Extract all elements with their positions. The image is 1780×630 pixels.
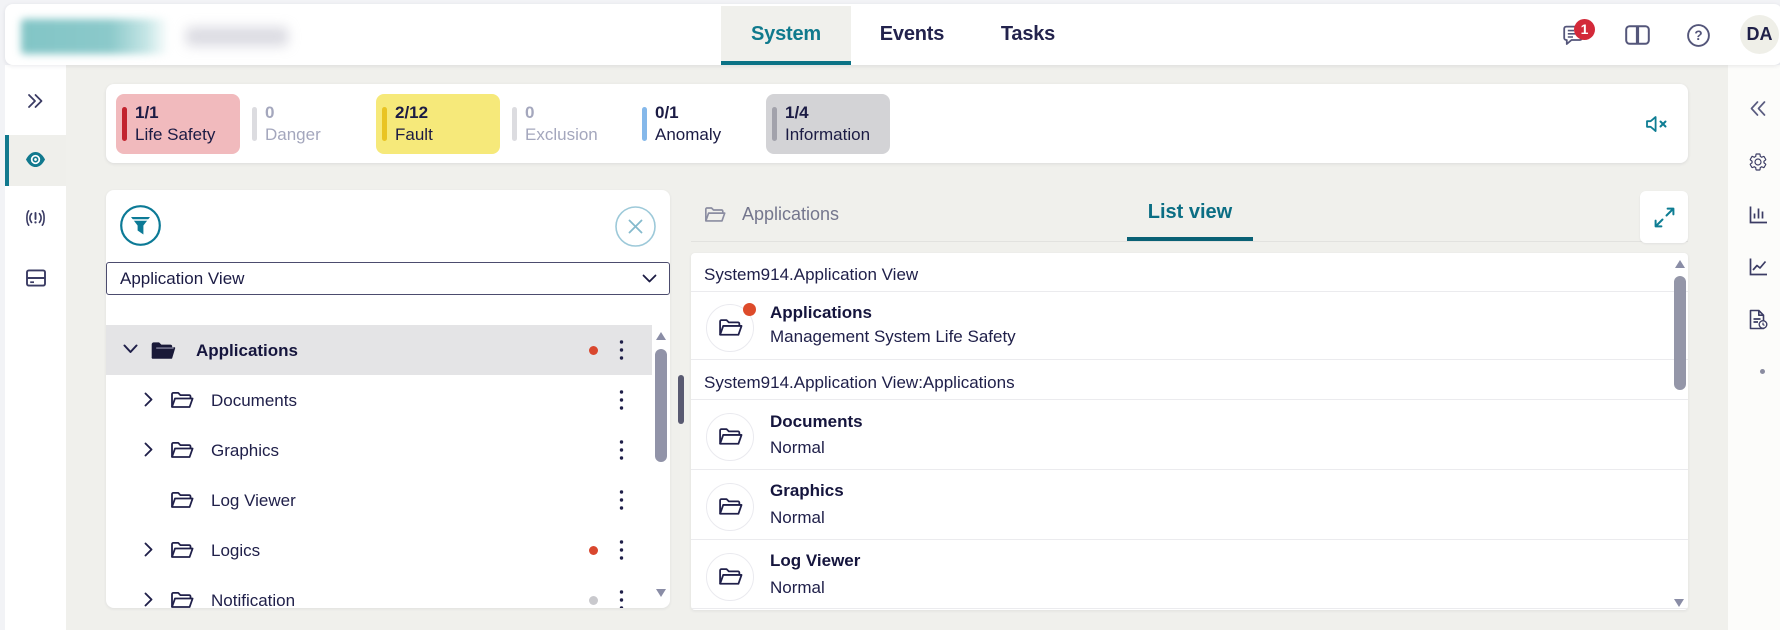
svg-text:?: ? [1694,28,1702,43]
